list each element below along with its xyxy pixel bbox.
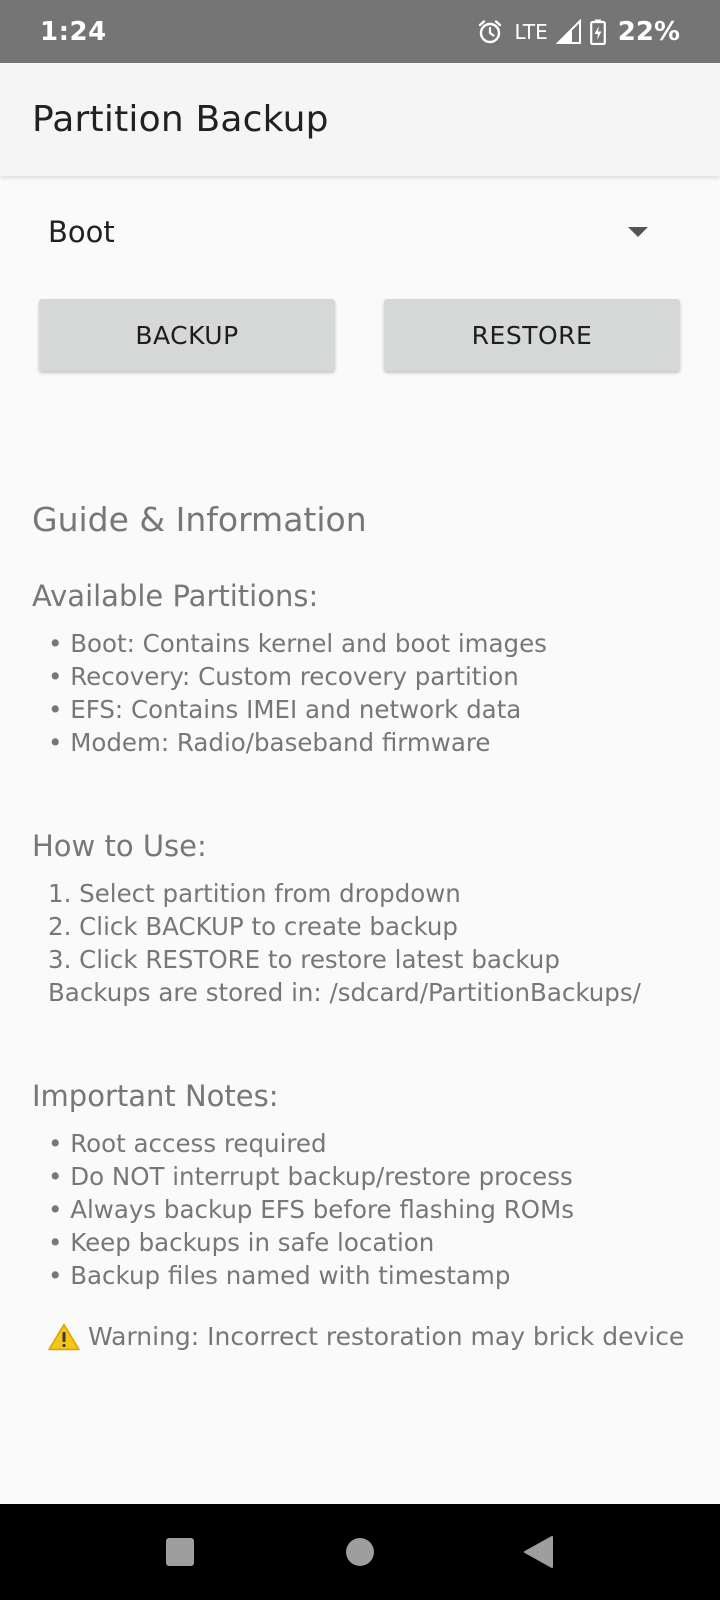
section-heading: Available Partitions: xyxy=(32,579,319,613)
section-lines: • Boot: Contains kernel and boot images … xyxy=(32,627,692,759)
info-line: • Modem: Radio/baseband firmware xyxy=(48,728,491,757)
info-line: • Do NOT interrupt backup/restore proces… xyxy=(48,1162,573,1191)
network-type: LTE xyxy=(514,19,548,44)
status-icons: LTE 22% xyxy=(477,17,680,47)
recents-icon xyxy=(164,1536,196,1568)
section-lines: • Root access required • Do NOT interrup… xyxy=(32,1127,692,1292)
backup-button[interactable]: BACKUP xyxy=(39,299,335,371)
section-lines: 1. Select partition from dropdown 2. Cli… xyxy=(32,877,692,1009)
home-button[interactable] xyxy=(300,1504,420,1600)
warning-icon xyxy=(48,1323,80,1351)
section-heading: How to Use: xyxy=(32,829,207,863)
available-partitions-section: Available Partitions: • Boot: Contains k… xyxy=(32,579,692,759)
navigation-bar xyxy=(0,1504,720,1600)
battery-charging-icon xyxy=(589,19,606,45)
screen: 1:24 LTE 22% Partition Backup Boot BACKU… xyxy=(0,0,720,1600)
how-to-use-section: How to Use: 1. Select partition from dro… xyxy=(32,829,692,1009)
status-time: 1:24 xyxy=(40,16,107,47)
restore-button[interactable]: RESTORE xyxy=(384,299,680,371)
warning-text: Warning: Incorrect restoration may brick… xyxy=(88,1322,685,1351)
info-line: 2. Click BACKUP to create backup xyxy=(48,912,458,941)
back-button[interactable] xyxy=(478,1504,598,1600)
info-line: 1. Select partition from dropdown xyxy=(48,879,461,908)
section-heading: Important Notes: xyxy=(32,1079,279,1113)
status-bar: 1:24 LTE 22% xyxy=(0,0,720,63)
guide-section: Guide & Information Available Partitions… xyxy=(32,500,692,1351)
info-line: • Always backup EFS before flashing ROMs xyxy=(48,1195,574,1224)
info-line: • Recovery: Custom recovery partition xyxy=(48,662,519,691)
info-line: Backups are stored in: /sdcard/Partition… xyxy=(48,978,641,1007)
partition-dropdown[interactable]: Boot xyxy=(32,192,662,272)
important-notes-section: Important Notes: • Root access required … xyxy=(32,1079,692,1292)
info-line: • Keep backups in safe location xyxy=(48,1228,435,1257)
info-line: 3. Click RESTORE to restore latest backu… xyxy=(48,945,560,974)
warning-message: Warning: Incorrect restoration may brick… xyxy=(32,1322,692,1351)
app-bar: Partition Backup xyxy=(0,63,720,176)
page-title: Partition Backup xyxy=(32,99,329,140)
dropdown-selected-value: Boot xyxy=(48,215,115,249)
home-icon xyxy=(344,1536,376,1568)
recents-button[interactable] xyxy=(120,1504,240,1600)
dropdown-arrow-icon xyxy=(628,227,648,237)
info-line: • EFS: Contains IMEI and network data xyxy=(48,695,522,724)
guide-title: Guide & Information xyxy=(32,500,367,539)
info-line: • Boot: Contains kernel and boot images xyxy=(48,629,547,658)
info-line: • Backup files named with timestamp xyxy=(48,1261,511,1290)
signal-icon xyxy=(555,18,582,45)
battery-percent: 22% xyxy=(617,16,680,47)
back-icon xyxy=(522,1535,554,1569)
alarm-icon xyxy=(477,19,503,45)
info-line: • Root access required xyxy=(48,1129,327,1158)
